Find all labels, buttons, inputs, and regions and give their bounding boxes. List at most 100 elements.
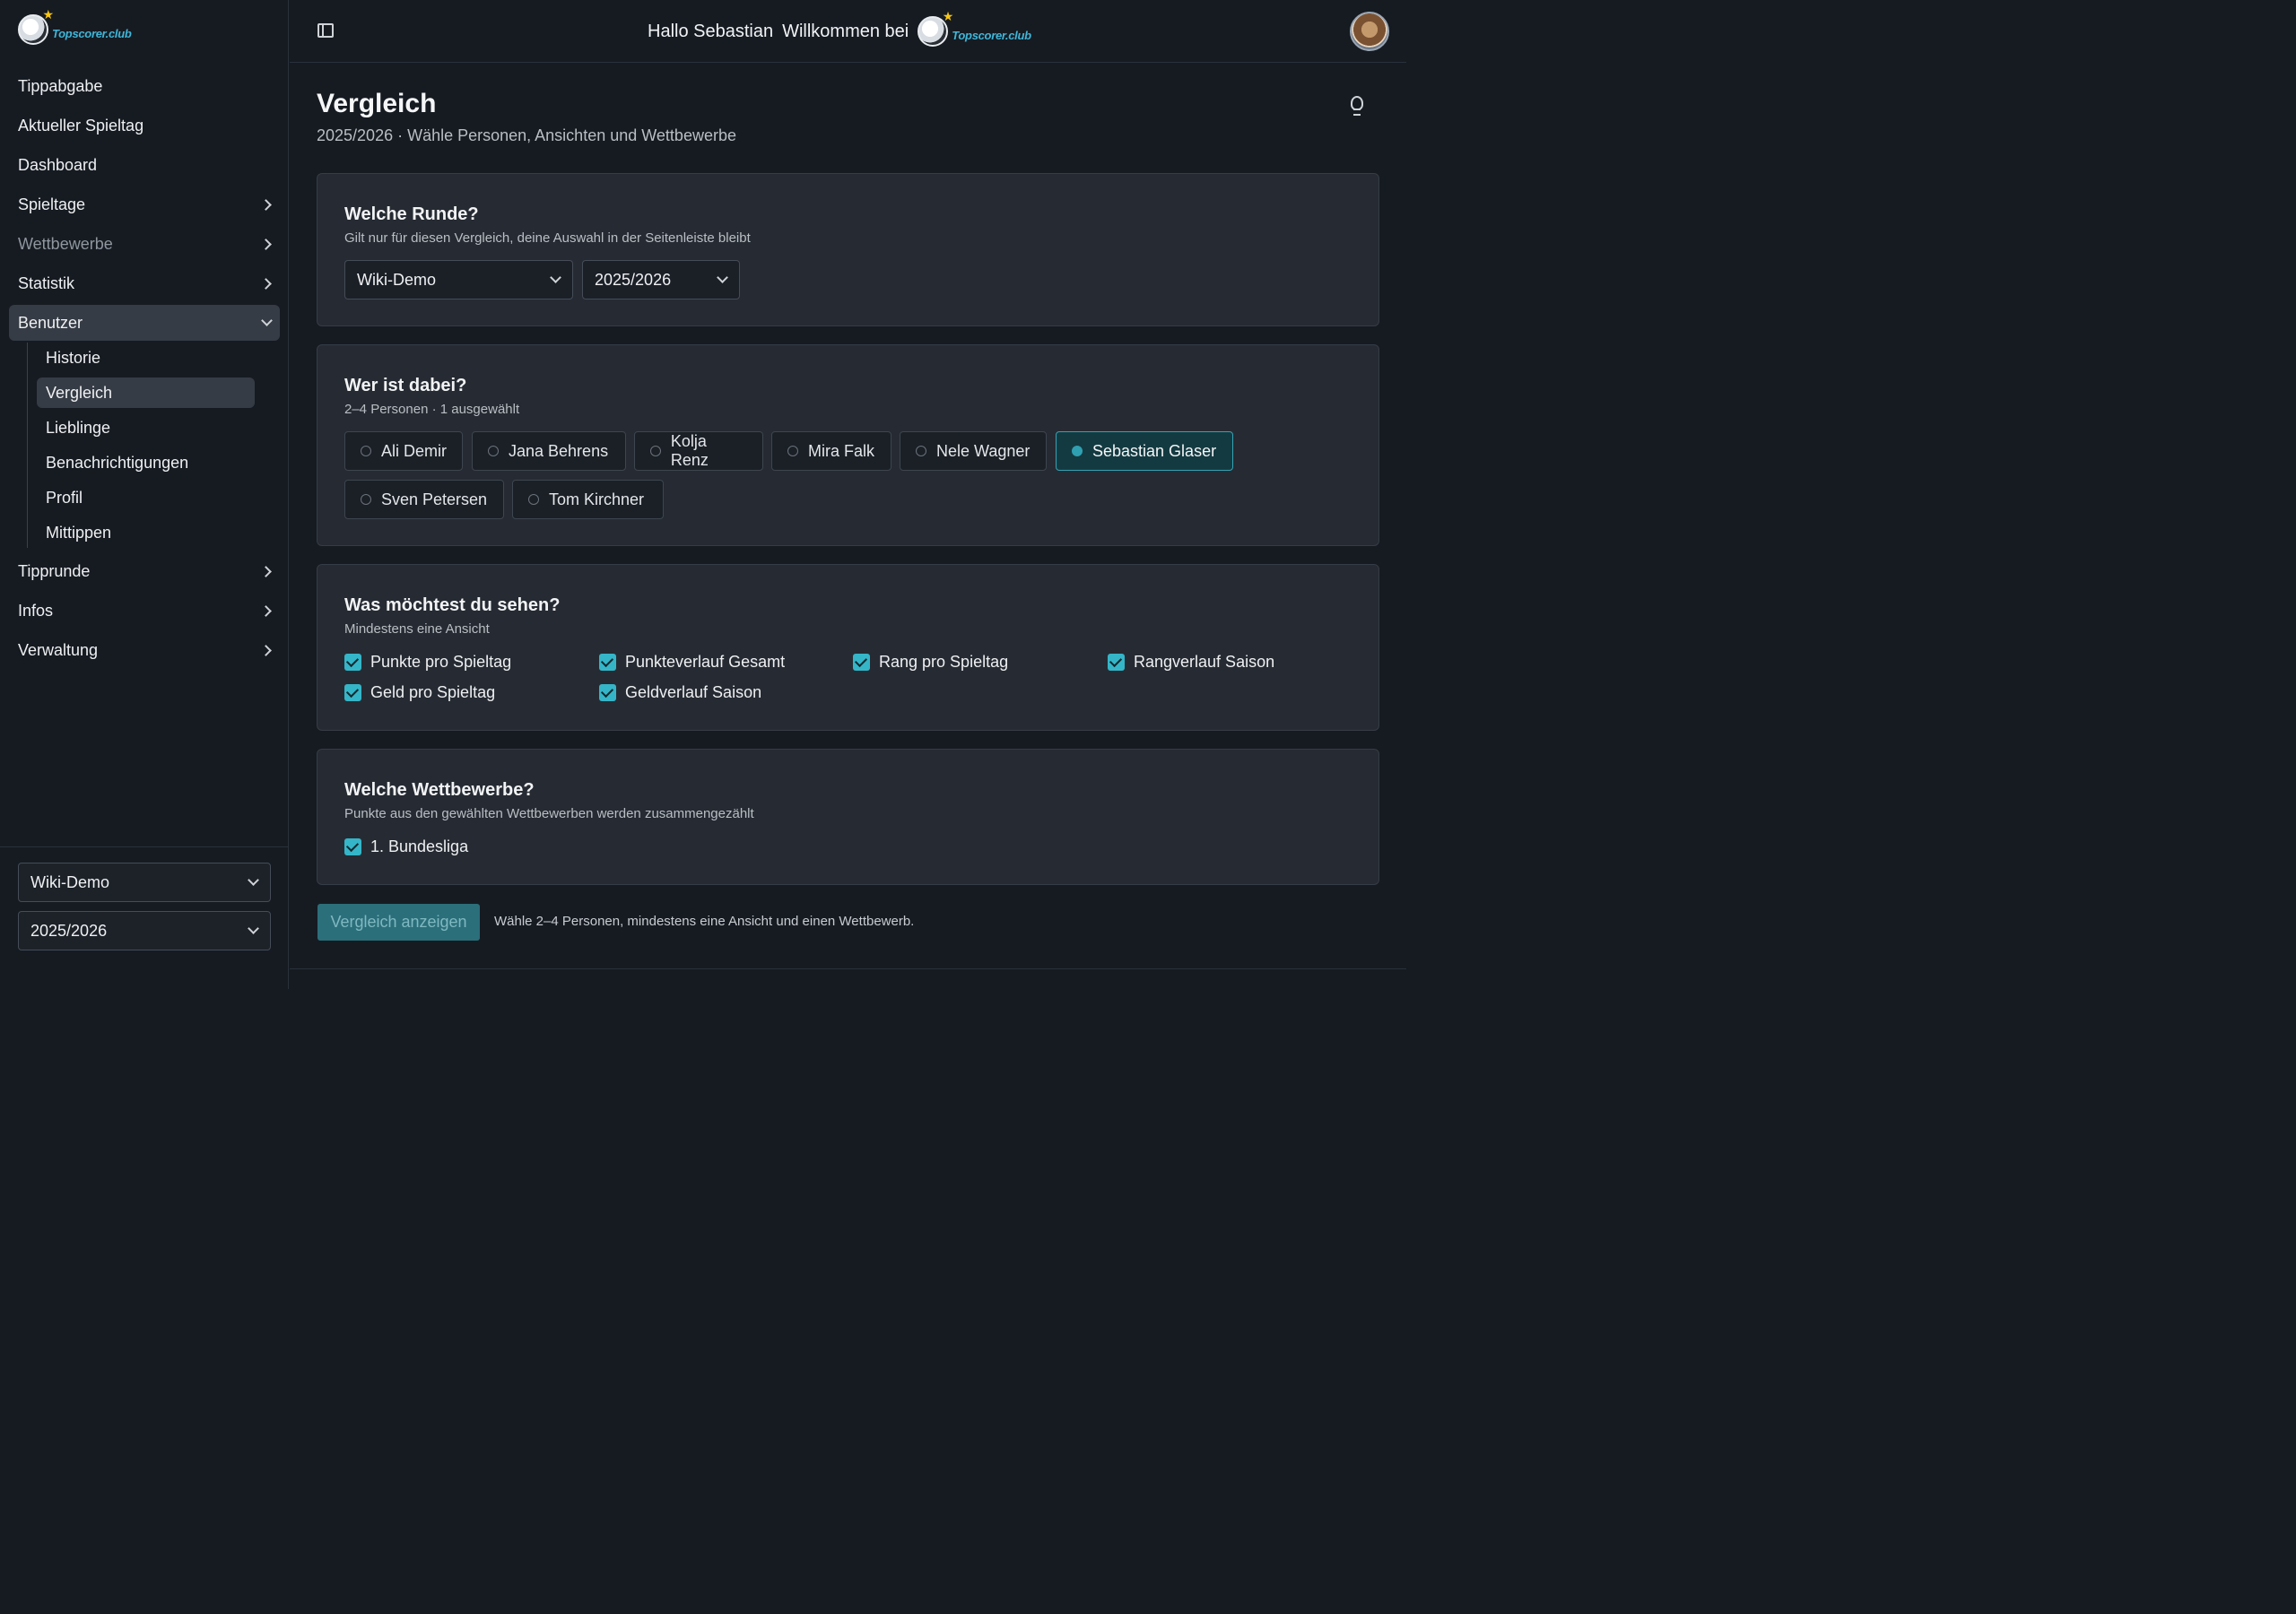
person-name: Sebastian Glaser [1092, 441, 1217, 460]
checkbox-label: Geldverlauf Saison [625, 683, 762, 701]
chevron-down-icon [262, 318, 271, 327]
view-checkbox[interactable]: Geldverlauf Saison [599, 683, 761, 702]
sidebar-item-infos[interactable]: Infos [9, 593, 280, 629]
radio-dot-icon [361, 446, 371, 456]
chevron-right-icon [262, 239, 271, 248]
chevron-right-icon [262, 646, 271, 655]
sidebar-item-label: Dashboard [18, 155, 98, 174]
checkbox-checked-icon [1108, 654, 1125, 671]
sidebar-item-label: Infos [18, 601, 54, 620]
sidebar-footer: Wiki-Demo 2025/2026 [0, 846, 289, 989]
benutzer-submenu: Historie Vergleich Lieblinge Benachricht… [27, 343, 280, 548]
chevron-right-icon [262, 279, 271, 288]
sidebar-item-tipprunde[interactable]: Tipprunde [9, 553, 280, 589]
greeting-hello: Hallo Sebastian [648, 21, 774, 41]
person-name: Kolja Renz [670, 432, 709, 469]
chevron-right-icon [262, 606, 271, 615]
select-value: Wiki-Demo [30, 872, 109, 891]
main-content: Vergleich 2025/2026 · Wähle Personen, An… [290, 64, 1406, 989]
checkbox-label: Punkte pro Spieltag [370, 653, 512, 671]
page-title: Vergleich [317, 89, 437, 118]
sidebar-item-dashboard[interactable]: Dashboard [9, 147, 280, 183]
select-value: 2025/2026 [595, 270, 672, 289]
view-checkbox[interactable]: Geld pro Spieltag [344, 683, 495, 702]
radio-dot-icon [787, 446, 798, 456]
header-greeting: Hallo Sebastian Willkommen bei Topscorer… [648, 9, 1031, 47]
round-card-title: Welche Runde? [344, 204, 479, 224]
sidebar-item-label: Benutzer [18, 313, 83, 332]
page-subtitle: 2025/2026 · Wähle Personen, Ansichten un… [317, 126, 736, 144]
sidebar-item-statistik[interactable]: Statistik [9, 265, 280, 301]
checkbox-checked-icon [344, 684, 361, 701]
person-name: Ali Demir [381, 441, 448, 460]
person-chip[interactable]: Sven Petersen [344, 480, 504, 519]
sidebar-item-label: Statistik [18, 273, 75, 292]
person-chip-selected[interactable]: Sebastian Glaser [1056, 431, 1233, 471]
view-checkbox[interactable]: Rangverlauf Saison [1108, 653, 1274, 672]
sidebar-item-wettbewerbe[interactable]: Wettbewerbe [9, 226, 280, 262]
sidebar-item-aktueller-spieltag[interactable]: Aktueller Spieltag [9, 108, 280, 143]
show-comparison-button[interactable]: Vergleich anzeigen [317, 904, 480, 941]
radio-dot-icon [916, 446, 926, 456]
sidebar-subitem-lieblinge[interactable]: Lieblinge [37, 412, 255, 443]
checkbox-checked-icon [853, 654, 870, 671]
checkbox-label: Rang pro Spieltag [879, 653, 1009, 671]
competitions-card: Welche Wettbewerbe? Punkte aus den gewäh… [317, 749, 1379, 885]
competition-checkbox[interactable]: 1. Bundesliga [344, 837, 468, 856]
sidebar-item-tippabgabe[interactable]: Tippabgabe [9, 68, 280, 104]
sidebar-subitem-label: Lieblinge [46, 418, 111, 437]
top-header: Hallo Sebastian Willkommen bei Topscorer… [290, 0, 1406, 63]
person-chip[interactable]: Kolja Renz [634, 431, 763, 471]
sidebar-subitem-profil[interactable]: Profil [37, 482, 255, 513]
sidebar-subitem-mittippen[interactable]: Mittippen [37, 517, 255, 548]
person-chip[interactable]: Jana Behrens [472, 431, 626, 471]
soccer-ball-icon [918, 9, 953, 47]
brand-logo-text: Topscorer.club [52, 26, 132, 40]
user-avatar[interactable] [1350, 12, 1389, 51]
sidebar-item-verwaltung[interactable]: Verwaltung [9, 632, 280, 668]
person-chip[interactable]: Nele Wagner [900, 431, 1047, 471]
competitions-card-desc: Punkte aus den gewählten Wettbewerben we… [344, 806, 754, 821]
season-select[interactable]: 2025/2026 [582, 260, 740, 299]
person-chip[interactable]: Mira Falk [771, 431, 891, 471]
views-card-desc: Mindestens eine Ansicht [344, 621, 490, 637]
sidebar-item-label: Spieltage [18, 195, 86, 213]
view-checkbox[interactable]: Rang pro Spieltag [853, 653, 1008, 672]
sidebar-subitem-label: Mittippen [46, 523, 112, 542]
person-chip[interactable]: Ali Demir [344, 431, 463, 471]
radio-dot-icon [361, 494, 371, 505]
sidebar-round-select[interactable]: Wiki-Demo [18, 863, 271, 902]
person-chip[interactable]: Tom Kirchner [512, 480, 664, 519]
view-checkbox[interactable]: Punkte pro Spieltag [344, 653, 511, 672]
person-name: Tom Kirchner [549, 490, 645, 508]
person-name: Jana Behrens [509, 441, 609, 460]
sidebar-toggle-icon[interactable] [317, 23, 334, 38]
footer-divider [290, 968, 1406, 969]
sidebar-subitem-label: Benachrichtigungen [46, 453, 189, 472]
chevron-down-icon [551, 275, 560, 284]
sidebar-item-spieltage[interactable]: Spieltage [9, 187, 280, 222]
sidebar-subitem-vergleich[interactable]: Vergleich [37, 377, 255, 408]
sidebar-subitem-label: Profil [46, 488, 83, 507]
sidebar-subitem-label: Historie [46, 348, 101, 367]
views-card: Was möchtest du sehen? Mindestens eine A… [317, 564, 1379, 731]
person-name: Mira Falk [808, 441, 875, 460]
sidebar-item-benutzer[interactable]: Benutzer [9, 305, 280, 341]
sidebar-subitem-benachrichtigungen[interactable]: Benachrichtigungen [37, 447, 255, 478]
checkbox-checked-icon [599, 654, 616, 671]
lightbulb-icon[interactable] [1351, 96, 1363, 116]
brand-logo[interactable]: Topscorer.club [18, 7, 132, 45]
round-select[interactable]: Wiki-Demo [344, 260, 573, 299]
sidebar-subitem-label: Vergleich [46, 383, 113, 402]
sidebar-item-label: Wettbewerbe [18, 234, 113, 253]
sidebar-subitem-historie[interactable]: Historie [37, 343, 255, 373]
checkbox-checked-icon [599, 684, 616, 701]
view-checkbox[interactable]: Punkteverlauf Gesamt [599, 653, 785, 672]
competitions-card-title: Welche Wettbewerbe? [344, 780, 535, 800]
sidebar-item-label: Tipprunde [18, 561, 91, 580]
sidebar-item-label: Verwaltung [18, 640, 99, 659]
radio-dot-icon [528, 494, 539, 505]
sidebar-season-select[interactable]: 2025/2026 [18, 911, 271, 950]
sidebar-nav: Tippabgabe Aktueller Spieltag Dashboard … [9, 68, 280, 672]
sidebar-item-label: Aktueller Spieltag [18, 116, 144, 134]
